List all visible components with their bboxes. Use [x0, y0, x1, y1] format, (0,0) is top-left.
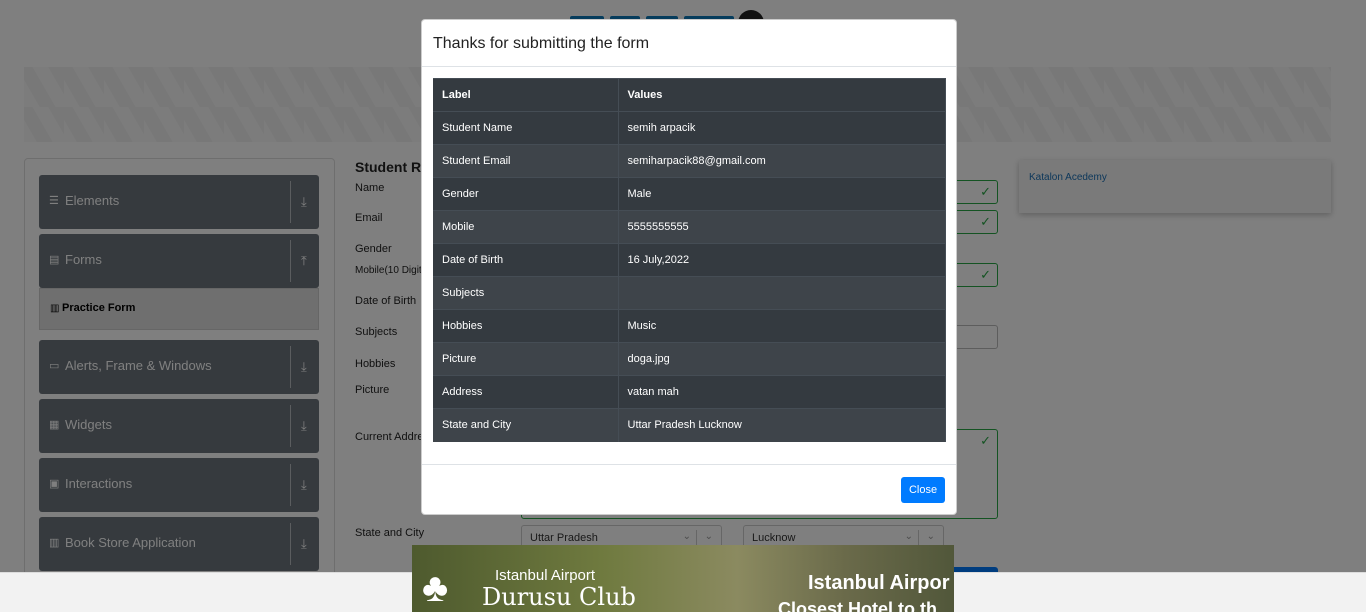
row-label: Student Name: [433, 111, 619, 145]
table-row: Student Email semiharpacik88@gmail.com: [433, 144, 946, 178]
row-value: 5555555555: [618, 210, 946, 244]
table-header-row: Label Values: [433, 78, 946, 112]
bottom-ad-banner[interactable]: ♣ Istanbul Airport Durusu Club Istanbul …: [412, 545, 954, 612]
table-row: Hobbies Music: [433, 309, 946, 343]
row-value: [618, 276, 946, 310]
row-label: Address: [433, 375, 619, 409]
column-header-label: Label: [433, 78, 619, 112]
row-value: doga.jpg: [618, 342, 946, 376]
table-row: Date of Birth 16 July,2022: [433, 243, 946, 277]
row-value: Uttar Pradesh Lucknow: [618, 408, 946, 442]
row-value: semih arpacik: [618, 111, 946, 145]
row-label: Student Email: [433, 144, 619, 178]
table-row: Gender Male: [433, 177, 946, 211]
table-row: Student Name semih arpacik: [433, 111, 946, 145]
row-value: Music: [618, 309, 946, 343]
row-label: Mobile: [433, 210, 619, 244]
row-value: vatan mah: [618, 375, 946, 409]
table-row: State and City Uttar Pradesh Lucknow: [433, 408, 946, 442]
row-label: Date of Birth: [433, 243, 619, 277]
row-value: Male: [618, 177, 946, 211]
ad-line-1: Istanbul Airport: [495, 567, 596, 584]
table-row: Subjects: [433, 276, 946, 310]
page: ☰ Elements ⤓ ▤ Forms ⤒ ▥ Practice Form ▭…: [0, 0, 1366, 612]
table-row: Address vatan mah: [433, 375, 946, 409]
ad-line-4: Closest Hotel to th: [778, 599, 938, 612]
ad-line-2: Durusu Club: [482, 583, 636, 611]
modal-body: Label Values Student Name semih arpacik S…: [422, 67, 956, 453]
row-label: Picture: [433, 342, 619, 376]
modal-header: Thanks for submitting the form: [422, 20, 956, 67]
row-label: Subjects: [433, 276, 619, 310]
row-label: State and City: [433, 408, 619, 442]
tree-logo-icon: ♣: [422, 566, 449, 610]
row-label: Hobbies: [433, 309, 619, 343]
table-row: Picture doga.jpg: [433, 342, 946, 376]
modal-footer: Close: [422, 464, 956, 515]
row-label: Gender: [433, 177, 619, 211]
row-value: 16 July,2022: [618, 243, 946, 277]
results-table: Label Values Student Name semih arpacik S…: [433, 78, 946, 442]
row-value: semiharpacik88@gmail.com: [618, 144, 946, 178]
table-row: Mobile 5555555555: [433, 210, 946, 244]
submission-modal: Thanks for submitting the form Label Val…: [421, 19, 957, 515]
column-header-values: Values: [618, 78, 946, 112]
close-button[interactable]: Close: [901, 477, 945, 503]
ad-line-3: Istanbul Airpor: [808, 572, 950, 594]
modal-title: Thanks for submitting the form: [433, 35, 650, 52]
